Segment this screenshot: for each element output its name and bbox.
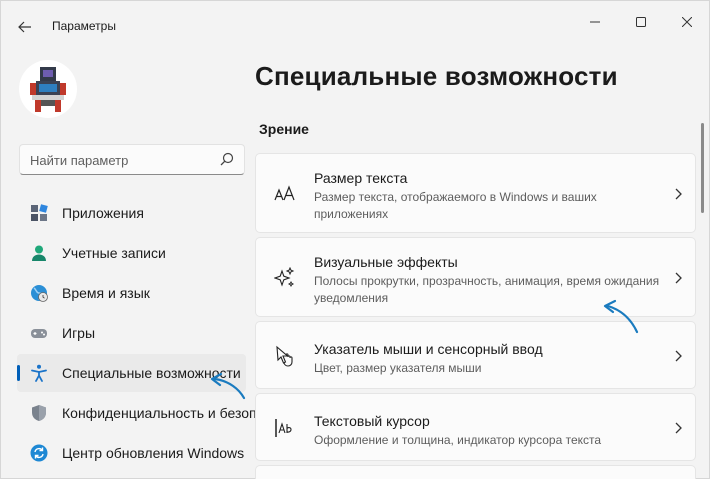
- search-icon[interactable]: [220, 152, 234, 166]
- sidebar-item-label: Приложения: [62, 205, 144, 221]
- gaming-icon: [31, 329, 47, 338]
- back-button[interactable]: [13, 15, 37, 39]
- sidebar-item-apps[interactable]: Приложения: [17, 194, 246, 232]
- privacy-shield-icon: [32, 405, 46, 421]
- close-button[interactable]: [664, 7, 710, 37]
- accessibility-icon: [31, 364, 47, 382]
- title-bar: Параметры: [1, 1, 709, 51]
- card-title: Визуальные эффекты: [314, 254, 458, 270]
- sidebar-item-privacy[interactable]: Конфиденциальность и безопасность: [17, 394, 308, 432]
- chevron-right-icon: [675, 188, 682, 200]
- card-description: Полосы прокрутки, прозрачность, анимация…: [314, 274, 660, 305]
- active-indicator: [17, 365, 20, 381]
- minimize-button[interactable]: [572, 7, 618, 37]
- maximize-icon: [636, 17, 646, 27]
- text-size-icon: [274, 185, 295, 201]
- robot-avatar-icon: [30, 67, 66, 112]
- chevron-right-icon: [675, 350, 682, 362]
- sidebar-item-accounts[interactable]: Учетные записи: [17, 234, 246, 272]
- card-text-cursor[interactable]: Текстовый курсор Оформление и толщина, и…: [255, 393, 696, 461]
- time-language-icon: [31, 285, 48, 302]
- card-title: Текстовый курсор: [314, 413, 430, 429]
- card-mouse-pointer[interactable]: Указатель мыши и сенсорный ввод Цвет, ра…: [255, 321, 696, 389]
- sidebar-item-windows-update[interactable]: Центр обновления Windows: [17, 434, 246, 472]
- card-title: Размер текста: [314, 170, 408, 186]
- sidebar-item-accessibility[interactable]: Специальные возможности: [17, 354, 246, 392]
- card-text-size[interactable]: Размер текста Размер текста, отображаемо…: [255, 153, 696, 233]
- card-description: Цвет, размер указателя мыши: [314, 361, 482, 375]
- section-title: Зрение: [259, 121, 309, 137]
- card-description: Размер текста, отображаемого в Windows и…: [314, 190, 597, 221]
- scrollbar[interactable]: [701, 123, 704, 213]
- sidebar-item-label: Время и язык: [62, 285, 150, 301]
- app-title: Параметры: [52, 19, 116, 33]
- sidebar-item-gaming[interactable]: Игры: [17, 314, 246, 352]
- minimize-icon: [590, 21, 600, 23]
- maximize-button[interactable]: [618, 7, 664, 37]
- apps-icon: [31, 204, 48, 221]
- search-input[interactable]: [30, 151, 210, 169]
- sidebar-item-time-language[interactable]: Время и язык: [17, 274, 246, 312]
- sidebar-item-label: Учетные записи: [62, 245, 166, 261]
- settings-window: Параметры Найти параметр Приложения Учет…: [0, 0, 710, 479]
- sidebar-item-label: Игры: [62, 325, 96, 341]
- mouse-pointer-icon: [276, 345, 293, 367]
- card-visual-effects[interactable]: Визуальные эффекты Полосы прокрутки, про…: [255, 237, 696, 317]
- search-box[interactable]: [19, 144, 245, 175]
- back-arrow-icon: [18, 21, 31, 33]
- avatar[interactable]: [19, 60, 77, 118]
- sidebar-nav: Приложения Учетные записи Время и язык И…: [17, 194, 308, 474]
- accounts-icon: [32, 245, 46, 261]
- windows-update-icon: [30, 444, 48, 462]
- card-title: Указатель мыши и сенсорный ввод: [314, 341, 543, 357]
- text-cursor-icon: [275, 419, 292, 437]
- card-description: Оформление и толщина, индикатор курсора …: [314, 433, 602, 447]
- sidebar-item-label: Специальные возможности: [62, 365, 241, 381]
- sparkle-icon: [274, 267, 295, 288]
- card-partial[interactable]: [255, 465, 696, 479]
- chevron-right-icon: [675, 272, 682, 284]
- page-title: Специальные возможности: [255, 61, 618, 91]
- sidebar-item-label: Центр обновления Windows: [62, 445, 245, 461]
- chevron-right-icon: [675, 422, 682, 434]
- close-icon: [682, 17, 692, 27]
